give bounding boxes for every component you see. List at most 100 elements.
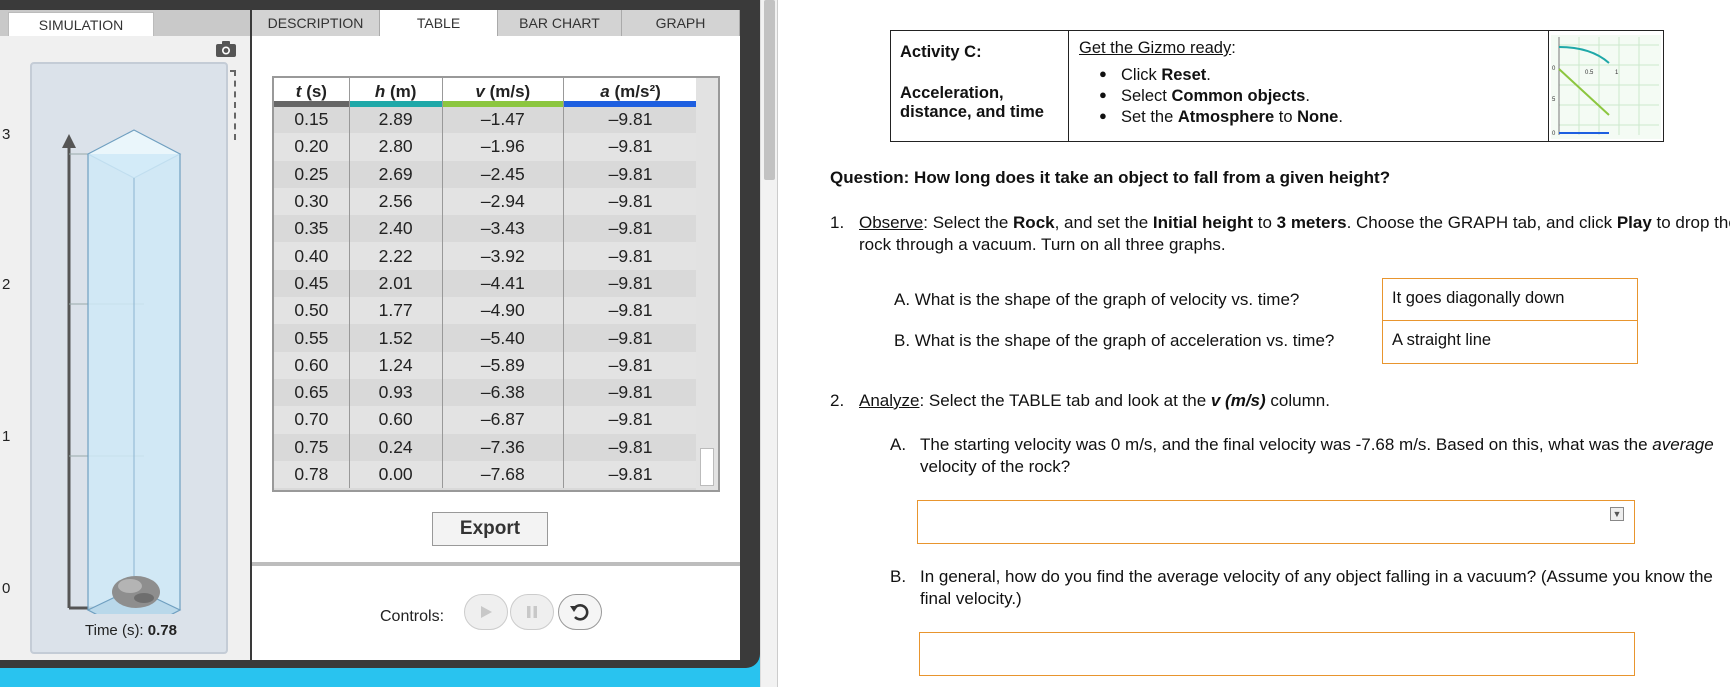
tab-simulation[interactable]: SIMULATION — [8, 12, 154, 36]
table-cell: –9.81 — [563, 351, 698, 379]
header-color-bar — [349, 101, 442, 107]
table-cell: 2.69 — [349, 160, 443, 188]
tab-table[interactable]: TABLE — [380, 10, 498, 36]
pause-button[interactable] — [510, 594, 554, 630]
table-cell: 2.01 — [349, 269, 443, 298]
header-acceleration: a (m/s²) — [563, 78, 698, 107]
table-row: 0.45 2.01 –4.41 –9.81 — [274, 269, 698, 298]
table-cell: 2.40 — [349, 215, 443, 243]
table-row: 0.25 2.69 –2.45 –9.81 — [274, 160, 698, 188]
tab-graph[interactable]: GRAPH — [622, 10, 740, 36]
page-scrollbar[interactable] — [760, 0, 778, 687]
table-row: 0.30 2.56 –2.94 –9.81 — [274, 187, 698, 216]
table-cell: 0.55 — [274, 324, 350, 352]
page-scroll-thumb[interactable] — [764, 0, 775, 180]
table-row: 0.55 1.52 –5.40 –9.81 — [274, 324, 698, 352]
table-cell: 0.78 — [274, 460, 350, 489]
setup-step: Set the Atmosphere to None. — [1099, 108, 1538, 127]
table-cell: –3.92 — [442, 242, 565, 270]
activity-title-cell: Activity C: Acceleration, distance, and … — [891, 31, 1069, 141]
table-cell: –9.81 — [563, 160, 698, 188]
data-tabbar: DESCRIPTION TABLE BAR CHART GRAPH — [252, 10, 740, 36]
gizmo-window: SIMULATION Time (s): 0.78 3 2 1 0 DESCRI… — [0, 0, 760, 687]
tab-bar-chart[interactable]: BAR CHART — [498, 10, 622, 36]
header-time: t (s) — [274, 78, 350, 107]
controls-label: Controls: — [380, 608, 445, 625]
header-velocity: v (m/s) — [442, 78, 565, 107]
data-pane: DESCRIPTION TABLE BAR CHART GRAPH t (s) … — [252, 10, 740, 660]
simulation-pane: SIMULATION Time (s): 0.78 3 2 1 0 — [0, 10, 250, 660]
activity-title: Activity C: — [900, 43, 982, 61]
time-readout: Time (s): 0.78 — [32, 622, 230, 639]
tube-axis-label-1: 1 — [2, 428, 11, 445]
answer-1a-field[interactable]: It goes diagonally down — [1383, 279, 1637, 321]
table-cell: –6.38 — [442, 378, 565, 407]
play-button[interactable] — [464, 594, 508, 630]
table-cell: –6.87 — [442, 406, 565, 434]
table-cell: –7.36 — [442, 433, 565, 461]
table-cell: 0.24 — [349, 433, 443, 461]
table-cell: 0.65 — [274, 378, 350, 407]
question-heading: Question: How long does it take an objec… — [830, 168, 1391, 187]
table-cell: 2.80 — [349, 133, 443, 161]
gizmo-ready-heading: Get the Gizmo ready — [1079, 39, 1232, 57]
sub-letter: A. — [890, 435, 907, 454]
export-button[interactable]: Export — [432, 512, 548, 546]
table-cell: –9.81 — [563, 324, 698, 352]
table-cell: –9.81 — [563, 433, 698, 461]
question-2a-text: The starting velocity was 0 m/s, and the… — [920, 435, 1714, 476]
dropdown-toggle-icon[interactable]: ▼ — [1610, 507, 1624, 521]
table-row: 0.35 2.40 –3.43 –9.81 — [274, 215, 698, 243]
setup-step: Select Common objects. — [1099, 87, 1538, 106]
gizmo-ready-colon: : — [1231, 39, 1236, 57]
table-cell: –2.94 — [442, 187, 565, 216]
camera-icon[interactable] — [214, 40, 238, 58]
table-cell: 0.75 — [274, 433, 350, 461]
table-body: 0.15 2.89 –1.47 –9.81 0.20 2.80 –1.96 –9.81 0.25… — [274, 106, 698, 489]
reset-icon — [570, 604, 589, 621]
simulation-tabbar: SIMULATION — [0, 10, 250, 36]
reset-button[interactable] — [558, 594, 602, 630]
table-cell: 2.89 — [349, 106, 443, 134]
item-2-text: Analyze: Select the TABLE tab and look a… — [859, 391, 1330, 410]
table-cell: –4.90 — [442, 297, 565, 325]
tube-axis-label-3: 3 — [2, 126, 11, 143]
tab-description[interactable]: DESCRIPTION — [252, 10, 380, 36]
table-cell: 0.93 — [349, 378, 443, 407]
activity-mini-graph: 0 0.5 1 5 0 — [1551, 35, 1661, 139]
table-cell: –9.81 — [563, 460, 698, 489]
table-cell: 0.40 — [274, 242, 350, 270]
table-cell: –2.45 — [442, 160, 565, 188]
data-table-container: t (s) h (m) v (m/s) a (m/s²) 0.15 2.89 –1.… — [272, 76, 720, 492]
table-row: 0.75 0.24 –7.36 –9.81 — [274, 433, 698, 461]
table-scrollbar[interactable] — [696, 78, 718, 490]
table-cell: 1.77 — [349, 297, 443, 325]
table-cell: –9.81 — [563, 242, 698, 270]
table-cell: –1.47 — [442, 106, 565, 134]
answer-2a-field[interactable]: ▼ — [917, 500, 1635, 544]
question-1b: B. What is the shape of the graph of acc… — [894, 331, 1335, 350]
answer-table-1: It goes diagonally down A straight line — [1382, 278, 1638, 364]
table-header-row: t (s) h (m) v (m/s) a (m/s²) — [274, 78, 698, 107]
table-cell: –9.81 — [563, 269, 698, 298]
sub-letter: B. — [890, 567, 907, 586]
table-cell: –3.43 — [442, 215, 565, 243]
table-cell: –9.81 — [563, 297, 698, 325]
item-number: 2. — [830, 391, 845, 410]
answer-1b-field[interactable]: A straight line — [1383, 321, 1637, 363]
activity-setup-cell: Get the Gizmo ready: Click Reset. Select… — [1069, 31, 1549, 141]
table-cell: 0.25 — [274, 160, 350, 188]
header-color-bar — [442, 101, 564, 107]
table-cell: 0.15 — [274, 106, 350, 134]
table-scroll-thumb[interactable] — [700, 448, 714, 486]
pause-icon — [527, 606, 537, 618]
activity-subtitle: Acceleration, distance, and time — [900, 84, 1044, 121]
table-cell: 0.70 — [274, 406, 350, 434]
table-cell: 0.60 — [274, 351, 350, 379]
table-panel: t (s) h (m) v (m/s) a (m/s²) 0.15 2.89 –1.… — [252, 36, 740, 562]
answer-2b-field[interactable] — [919, 632, 1635, 676]
table-cell: –5.89 — [442, 351, 565, 379]
table-cell: 2.56 — [349, 187, 443, 216]
simulation-panel: Time (s): 0.78 3 2 1 0 — [0, 36, 250, 660]
table-row: 0.78 0.00 –7.68 –9.81 — [274, 460, 698, 489]
